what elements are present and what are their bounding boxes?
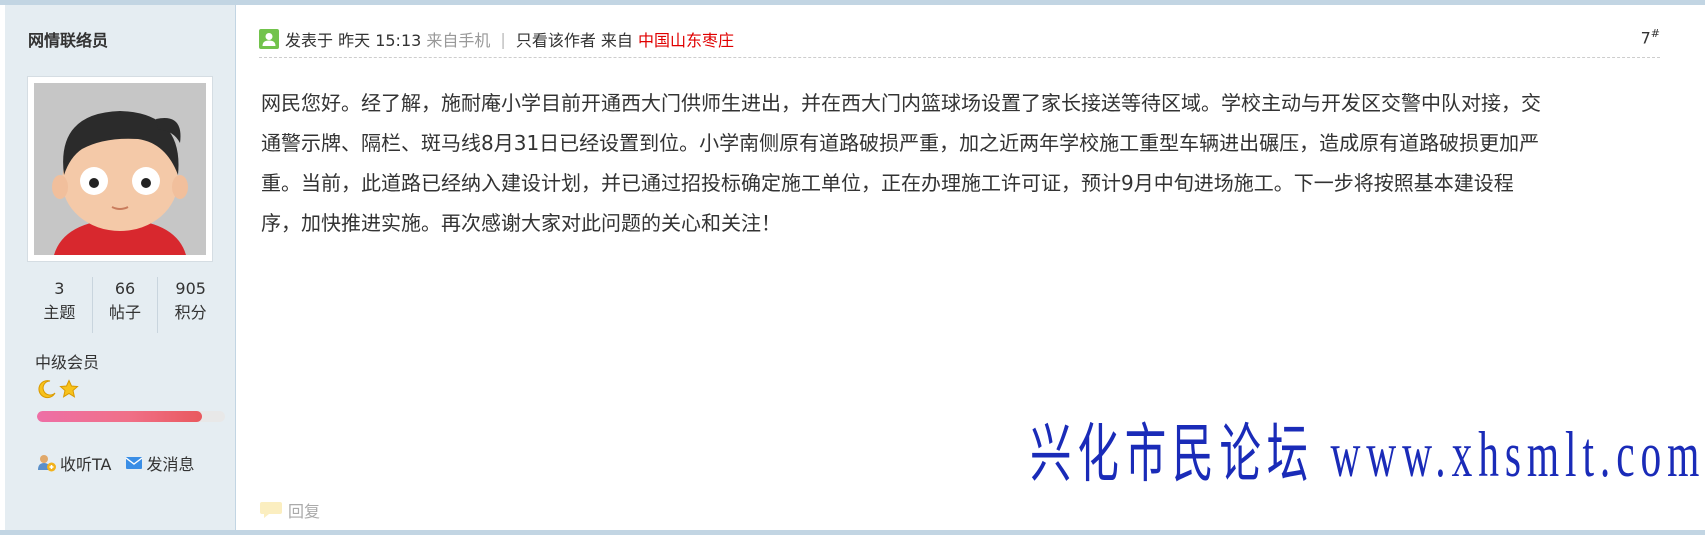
stat-value: 905: [175, 279, 206, 298]
follow-button[interactable]: 收听TA: [37, 451, 111, 475]
avatar[interactable]: [27, 76, 213, 262]
floor-value: 7: [1640, 28, 1651, 48]
reply-button[interactable]: 回复: [259, 498, 320, 522]
stat-label: 主题: [43, 303, 76, 322]
star-icon: [59, 379, 79, 398]
moon-icon: [38, 380, 56, 399]
message-label: 发消息: [146, 455, 195, 474]
author-actions: 收听TA 发消息: [37, 451, 209, 475]
rank-icons: [37, 379, 79, 399]
post-content: 网民您好。经了解，施耐庵小学目前开通西大门供师生进出，并在西大门内篮球场设置了家…: [261, 91, 1541, 235]
author-name[interactable]: 网情联络员: [28, 27, 108, 51]
mail-icon: [126, 457, 143, 469]
author-only-link[interactable]: 只看该作者: [516, 27, 596, 51]
posted-prefix: 发表于: [285, 31, 334, 50]
level-progress-bar: [37, 411, 225, 422]
stat-label: 帖子: [109, 303, 142, 322]
stat-value: 3: [54, 279, 65, 298]
member-rank[interactable]: 中级会员: [35, 349, 99, 373]
online-user-icon: [259, 29, 279, 49]
stat-posts[interactable]: 66 帖子: [93, 277, 159, 333]
post-time: 昨天 15:13: [338, 31, 422, 50]
stat-label: 积分: [174, 303, 207, 322]
stat-threads[interactable]: 3 主题: [27, 277, 93, 333]
send-message-button[interactable]: 发消息: [125, 451, 195, 475]
reply-label: 回复: [288, 502, 321, 521]
avatar-image: [34, 83, 206, 255]
stat-value: 66: [114, 279, 136, 298]
post-meta: 发表于 昨天 15:13 来自手机 | 只看该作者 来自 中国山东枣庄: [259, 21, 1660, 58]
meta-separator: |: [500, 29, 506, 49]
follow-icon: [38, 455, 56, 472]
author-stats: 3 主题 66 帖子 905 积分: [27, 277, 223, 333]
post-source[interactable]: 来自手机: [426, 27, 490, 51]
follow-label: 收听TA: [60, 455, 112, 474]
floor-number[interactable]: 7#: [1641, 27, 1660, 47]
post-location: 中国山东枣庄: [638, 31, 735, 50]
reply-icon: [260, 502, 282, 518]
location-prefix: 来自: [600, 31, 633, 50]
site-watermark: 兴化市民论坛 www.xhsmlt.com: [1030, 419, 1705, 491]
level-progress-fill: [37, 411, 203, 422]
floor-mark: #: [1650, 27, 1660, 40]
stat-points[interactable]: 905 积分: [158, 277, 223, 333]
author-sidebar: 网情联络员 3 主题 66 帖子 905 积分 中级会员 收听TA 发消息: [5, 5, 236, 530]
